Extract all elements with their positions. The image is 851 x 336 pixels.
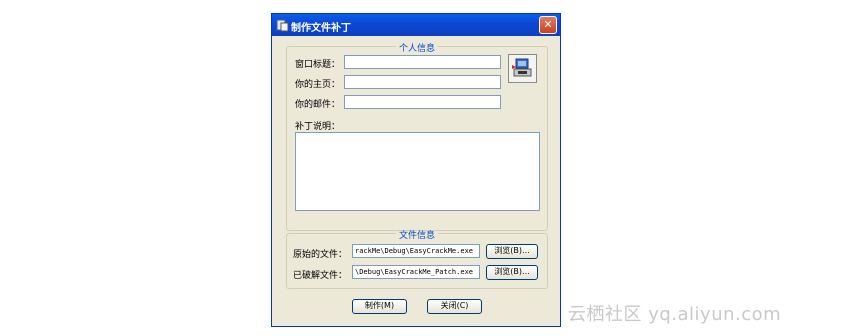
personal-info-title: 个人信息 — [395, 44, 438, 54]
window-title: 制作文件补丁 — [291, 23, 351, 34]
original-file-input[interactable]: rackMe\Debug\EasyCrackMe.exe — [352, 244, 480, 258]
close-button[interactable]: 关闭(C) — [427, 299, 482, 314]
original-file-label: 原始的文件： — [293, 250, 348, 260]
email-input[interactable] — [344, 95, 501, 109]
window-title-label: 窗口标题： — [295, 60, 341, 70]
close-icon[interactable]: ✕ — [539, 16, 557, 34]
patch-dialog: 制作文件补丁 ✕ 个人信息 窗口标题： 你的主页： 你的邮件： 补丁说明： 文件… — [271, 13, 561, 327]
floppy-icon — [512, 58, 532, 77]
file-info-title: 文件信息 — [395, 231, 438, 241]
watermark-text: 云栖社区 yq.aliyun.com — [568, 304, 782, 325]
make-button[interactable]: 制作(M) — [352, 299, 407, 314]
browse-cracked-button[interactable]: 浏览(B)... — [486, 265, 538, 280]
email-label: 你的邮件： — [295, 100, 341, 110]
homepage-input[interactable] — [344, 75, 501, 89]
notes-textarea[interactable] — [295, 132, 540, 211]
computer-icon[interactable] — [508, 54, 537, 83]
homepage-label: 你的主页： — [295, 80, 341, 90]
app-icon — [276, 19, 289, 32]
cracked-file-input[interactable]: \Debug\EasyCrackMe_Patch.exe — [352, 265, 480, 279]
title-bar[interactable]: 制作文件补丁 ✕ — [272, 14, 560, 36]
cracked-file-label: 已破解文件： — [293, 271, 348, 281]
notes-label: 补丁说明： — [295, 122, 341, 132]
window-title-input[interactable] — [344, 55, 501, 69]
browse-original-button[interactable]: 浏览(B)... — [486, 244, 538, 259]
